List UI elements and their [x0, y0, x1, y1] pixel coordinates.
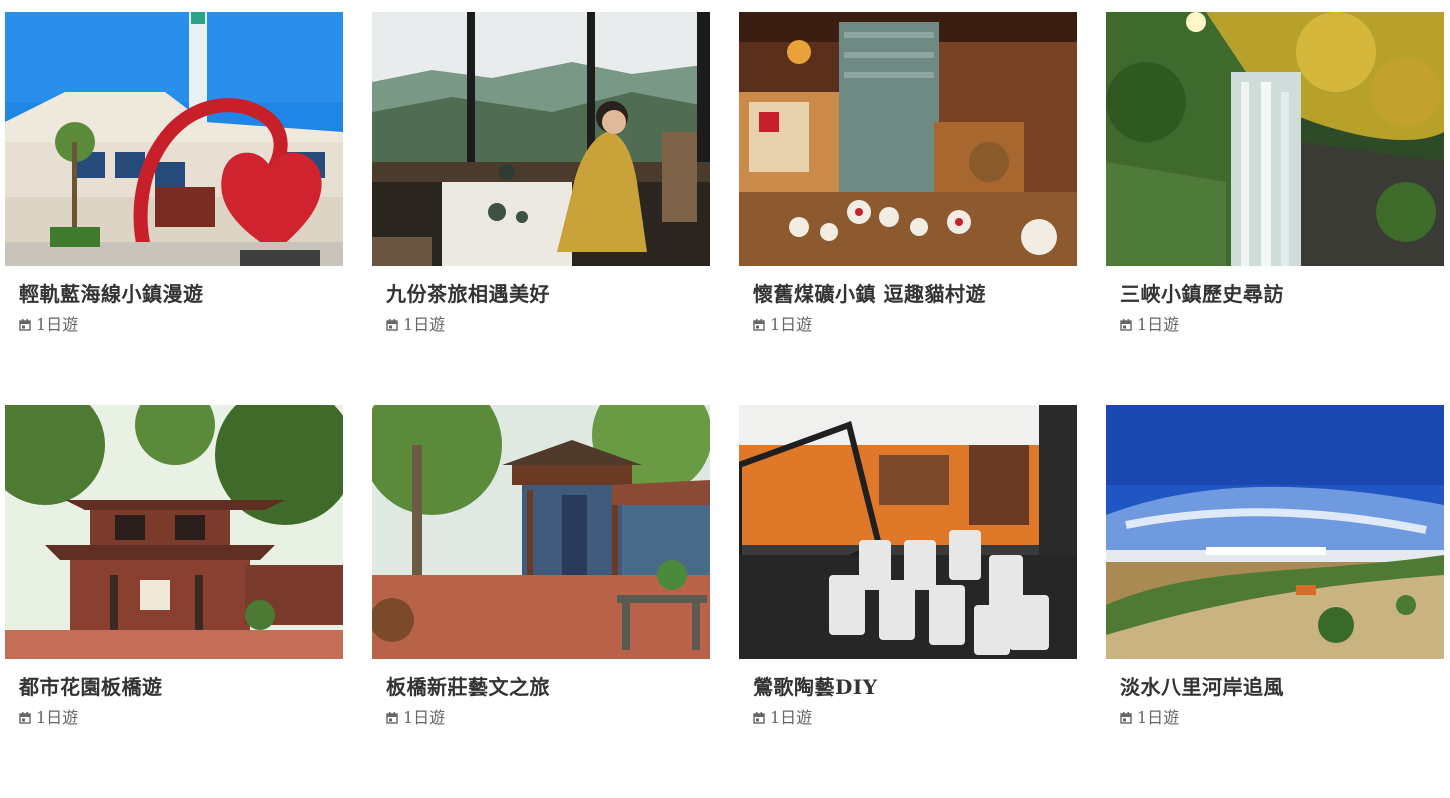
calendar-icon: [19, 712, 31, 724]
duration-label: 1日遊: [1137, 315, 1180, 334]
tour-duration: 1日遊: [1120, 707, 1444, 729]
tour-title[interactable]: 淡水八里河岸追風: [1120, 673, 1444, 701]
tour-duration: 1日遊: [386, 314, 710, 336]
calendar-icon: [19, 319, 31, 331]
tour-card[interactable]: 淡水八里河岸追風 1日遊: [1106, 405, 1444, 798]
calendar-icon: [753, 712, 765, 724]
duration-label: 1日遊: [36, 708, 79, 727]
tour-image[interactable]: [1106, 405, 1444, 659]
duration-label: 1日遊: [403, 708, 446, 727]
duration-label: 1日遊: [770, 315, 813, 334]
calendar-icon: [1120, 319, 1132, 331]
tour-image[interactable]: [372, 405, 710, 659]
tour-grid: 輕軌藍海線小鎮漫遊 1日遊 九份茶旅相遇美好 1日遊 懷舊煤礦小鎮 逗趣貓村遊 …: [5, 12, 1445, 798]
tour-image[interactable]: [5, 12, 343, 266]
tour-duration: 1日遊: [19, 707, 343, 729]
tour-title[interactable]: 板橋新莊藝文之旅: [386, 673, 710, 701]
tour-card[interactable]: 九份茶旅相遇美好 1日遊: [372, 12, 710, 405]
tour-card[interactable]: 都市花園板橋遊 1日遊: [5, 405, 343, 798]
tour-title[interactable]: 三峽小鎮歷史尋訪: [1120, 280, 1444, 308]
tour-image[interactable]: [372, 12, 710, 266]
duration-label: 1日遊: [770, 708, 813, 727]
duration-label: 1日遊: [1137, 708, 1180, 727]
calendar-icon: [386, 319, 398, 331]
tour-card[interactable]: 輕軌藍海線小鎮漫遊 1日遊: [5, 12, 343, 405]
tour-image[interactable]: [5, 405, 343, 659]
tour-duration: 1日遊: [386, 707, 710, 729]
tour-title[interactable]: 懷舊煤礦小鎮 逗趣貓村遊: [753, 280, 1077, 308]
duration-label: 1日遊: [403, 315, 446, 334]
tour-duration: 1日遊: [1120, 314, 1444, 336]
tour-image[interactable]: [739, 405, 1077, 659]
tour-duration: 1日遊: [19, 314, 343, 336]
tour-image[interactable]: [739, 12, 1077, 266]
tour-card[interactable]: 鶯歌陶藝DIY 1日遊: [739, 405, 1077, 798]
calendar-icon: [1120, 712, 1132, 724]
tour-image[interactable]: [1106, 12, 1444, 266]
tour-card[interactable]: 板橋新莊藝文之旅 1日遊: [372, 405, 710, 798]
duration-label: 1日遊: [36, 315, 79, 334]
tour-title[interactable]: 都市花園板橋遊: [19, 673, 343, 701]
tour-duration: 1日遊: [753, 707, 1077, 729]
tour-card[interactable]: 三峽小鎮歷史尋訪 1日遊: [1106, 12, 1444, 405]
tour-title[interactable]: 九份茶旅相遇美好: [386, 280, 710, 308]
tour-card[interactable]: 懷舊煤礦小鎮 逗趣貓村遊 1日遊: [739, 12, 1077, 405]
tour-duration: 1日遊: [753, 314, 1077, 336]
tour-title[interactable]: 輕軌藍海線小鎮漫遊: [19, 280, 343, 308]
tour-title[interactable]: 鶯歌陶藝DIY: [753, 673, 1077, 701]
calendar-icon: [386, 712, 398, 724]
calendar-icon: [753, 319, 765, 331]
